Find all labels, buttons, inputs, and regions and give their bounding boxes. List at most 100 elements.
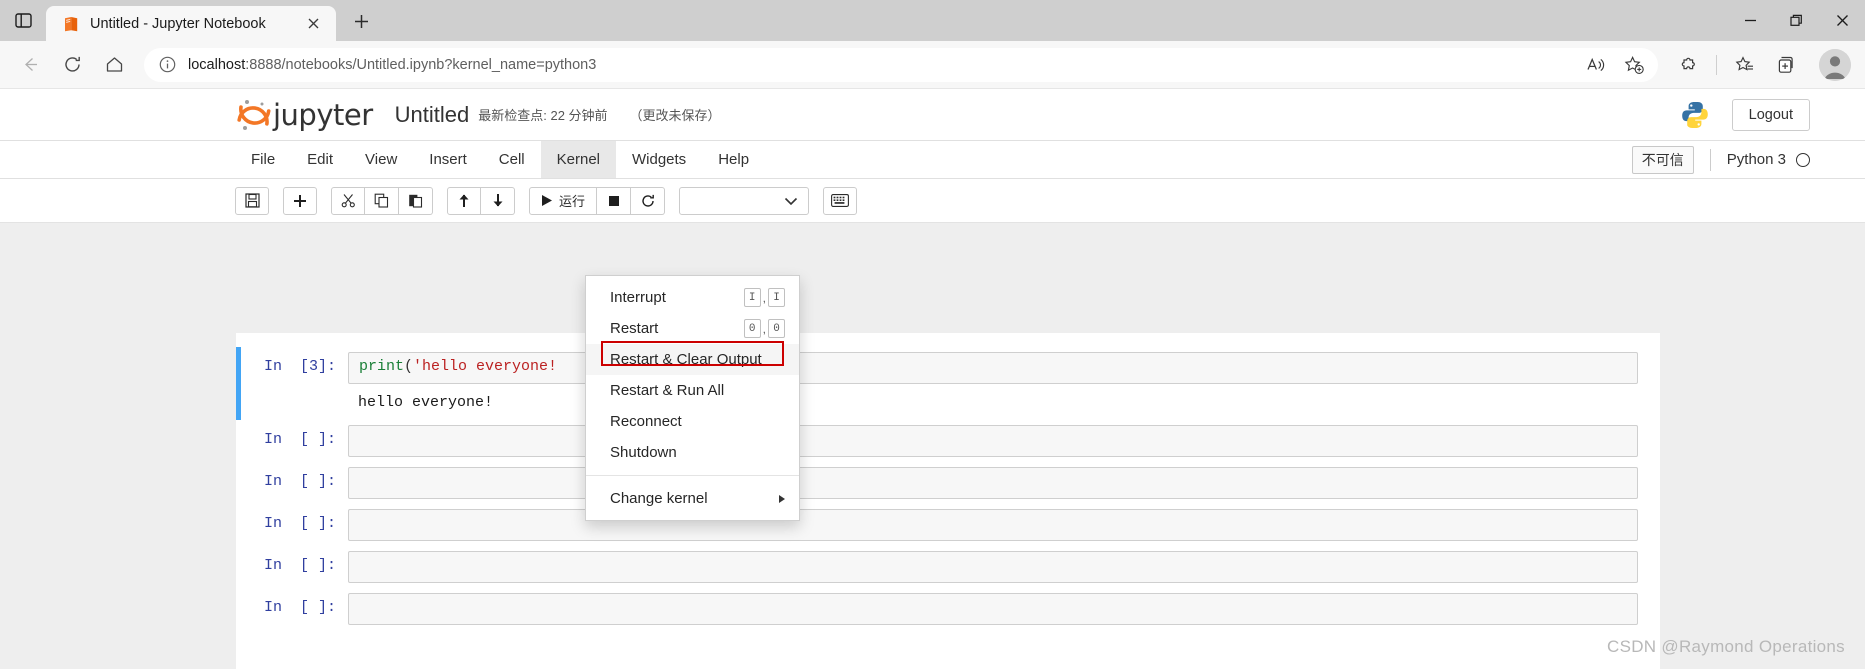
menubar-right-group: 不可信 Python 3 [1631,141,1810,178]
cell-code-input[interactable]: print('hello everyone! [348,352,1638,384]
cell-body [348,509,1638,541]
shortcut-separator: , [762,290,766,305]
unsaved-status: （更改未保存） [629,108,721,123]
kernel-menu-item-reconnect[interactable]: Reconnect [586,406,799,437]
notebook-cell[interactable]: In [3]: print('hello everyone! hello eve… [236,347,1660,420]
notebook-cell[interactable]: In [ ]: [236,546,1660,588]
info-circle-icon[interactable] [158,55,178,75]
cell-code-input[interactable] [348,509,1638,541]
browser-tab-active[interactable]: Untitled - Jupyter Notebook [46,6,336,41]
jupyter-header-right: Logout [1680,98,1810,131]
trust-badge[interactable]: 不可信 [1631,145,1694,174]
menu-edit[interactable]: Edit [291,141,349,178]
toolbar-group-insert [283,186,317,215]
kernel-menu-shortcut: I , I [743,288,785,307]
stop-square-icon [608,195,620,207]
notebook-title[interactable]: Untitled [395,102,470,128]
close-icon[interactable] [300,11,326,37]
menu-file[interactable]: File [235,141,291,178]
home-button[interactable] [94,48,134,82]
toolbar-group-run: 运行 [529,186,666,215]
notebook-cell[interactable]: In [ ]: [236,420,1660,462]
kernel-menu-item-restart[interactable]: Restart 0 , 0 [586,313,799,344]
notebook-paper: In [3]: print('hello everyone! hello eve… [236,333,1660,669]
tab-search-button[interactable] [0,0,46,41]
notebook-cell[interactable]: In [ ]: [236,462,1660,504]
play-triangle-icon [541,194,553,207]
toolbar-group-keyboard [823,186,858,215]
read-aloud-icon [1586,56,1606,74]
submenu-arrow-icon [779,494,785,503]
window-close-button[interactable] [1819,0,1865,41]
kernel-idle-circle-icon[interactable] [1796,152,1810,167]
new-tab-button[interactable] [344,4,378,38]
browser-tab-strip: Untitled - Jupyter Notebook [0,0,1865,41]
interrupt-kernel-button[interactable] [597,186,632,215]
back-button[interactable] [10,48,50,82]
command-palette-button[interactable] [823,186,858,215]
jupyter-logo[interactable]: jupyter [235,95,373,135]
shortcut-key: 0 [768,319,785,338]
home-icon [105,55,124,74]
tab-list-icon [14,12,32,29]
kernel-dropdown-menu: Interrupt I , I Restart 0 , 0 Restart & … [585,275,800,521]
cell-code-input[interactable] [348,425,1638,457]
kernel-menu-item-shutdown[interactable]: Shutdown [586,437,799,468]
restart-kernel-button[interactable] [631,186,666,215]
copy-button[interactable] [365,186,399,215]
read-aloud-button[interactable] [1578,49,1614,81]
shortcut-key: I [768,288,785,307]
extensions-button[interactable] [1668,48,1708,82]
plus-icon [293,194,307,208]
menu-insert[interactable]: Insert [413,141,483,178]
add-favorite-button[interactable] [1616,49,1652,81]
jupyter-logo-text: jupyter [273,97,373,132]
puzzle-piece-icon [1678,55,1698,75]
save-floppy-icon [244,193,260,208]
window-minimize-button[interactable] [1727,0,1773,41]
cell-body [348,425,1638,457]
menu-cell[interactable]: Cell [483,141,541,178]
kernel-menu-item-restart-clear-output[interactable]: Restart & Clear Output [586,344,799,375]
kernel-menu-item-restart-run-all[interactable]: Restart & Run All [586,375,799,406]
menu-help[interactable]: Help [702,141,765,178]
save-button[interactable] [235,186,269,215]
cut-button[interactable] [331,186,365,215]
menu-kernel[interactable]: Kernel [540,141,616,178]
cell-body [348,551,1638,583]
menu-widgets[interactable]: Widgets [616,141,702,178]
address-bar-path: :8888/notebooks/Untitled.ipynb?kernel_na… [245,56,597,73]
kernel-menu-label: Restart [610,320,659,337]
star-plus-icon [1624,55,1644,75]
address-bar[interactable]: localhost:8888/notebooks/Untitled.ipynb?… [144,47,1658,82]
profile-button[interactable] [1819,48,1851,81]
cell-code-input[interactable] [348,593,1638,625]
kernel-menu-label: Shutdown [610,444,677,461]
window-maximize-button[interactable] [1773,0,1819,41]
move-cell-down-button[interactable] [481,186,515,215]
move-cell-up-button[interactable] [447,186,481,215]
kernel-menu-item-interrupt[interactable]: Interrupt I , I [586,282,799,313]
reload-button[interactable] [52,48,92,82]
jupyter-book-icon [62,15,80,33]
logout-button[interactable]: Logout [1731,98,1810,131]
paste-button[interactable] [399,186,433,215]
notebook-cell[interactable]: In [ ]: [236,588,1660,630]
run-cell-button[interactable]: 运行 [529,186,598,215]
jupyter-planet-icon [235,95,273,135]
cell-code-input[interactable] [348,467,1638,499]
cell-code-input[interactable] [348,551,1638,583]
menu-view[interactable]: View [349,141,413,178]
cell-prompt: In [3]: [263,358,336,375]
kernel-menu-divider [586,475,799,476]
menubar-divider [1709,148,1711,171]
kernel-menu-item-change-kernel[interactable]: Change kernel [586,483,799,514]
cell-type-select[interactable] [679,186,810,215]
toolbar-divider [1716,54,1717,75]
shortcut-key: 0 [743,319,761,338]
collections-button[interactable] [1767,48,1807,82]
arrow-left-icon [21,55,40,74]
notebook-cell[interactable]: In [ ]: [236,504,1660,546]
insert-cell-below-button[interactable] [283,186,317,215]
favorites-button[interactable] [1725,48,1765,82]
